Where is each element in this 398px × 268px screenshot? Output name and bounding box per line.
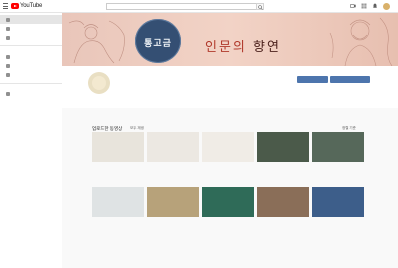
- channel-page: 통고금 인문의 향연 업로드한 동영상 모두 재생 정렬 기준: [62, 13, 398, 268]
- youtube-play-icon: [11, 3, 19, 9]
- channel-avatar: [88, 72, 110, 94]
- video-thumbnail[interactable]: [92, 132, 144, 162]
- masthead: YouTube: [0, 0, 398, 13]
- video-thumbnail[interactable]: [92, 187, 144, 217]
- watch-later-icon: [6, 72, 10, 77]
- video-thumbnail[interactable]: [202, 187, 254, 217]
- trending-icon: [6, 26, 10, 31]
- sidebar-item-trending[interactable]: [0, 24, 62, 33]
- channel-header: [62, 66, 398, 108]
- guide-sidebar: [0, 13, 62, 268]
- videos-section: 업로드한 동영상 모두 재생 정렬 기준: [62, 108, 398, 268]
- sidebar-item-library[interactable]: [0, 52, 62, 61]
- sidebar-item-home[interactable]: [0, 15, 62, 24]
- customize-channel-button[interactable]: [297, 76, 328, 83]
- logo-text: YouTube: [20, 3, 43, 9]
- banner-illustration-right: [329, 17, 393, 66]
- create-video-icon[interactable]: [350, 3, 356, 9]
- video-thumbnail[interactable]: [202, 132, 254, 162]
- video-thumbnail[interactable]: [312, 132, 364, 162]
- sidebar-item-watch-later[interactable]: [0, 70, 62, 79]
- search-button[interactable]: [256, 3, 264, 10]
- youtube-logo[interactable]: YouTube: [11, 3, 42, 9]
- badge-channel-name: 통고금: [144, 38, 172, 48]
- sidebar-divider: [0, 83, 62, 84]
- video-thumbnail[interactable]: [147, 132, 199, 162]
- history-icon: [6, 63, 10, 68]
- play-all-link[interactable]: 모두 재생: [130, 126, 144, 131]
- video-thumbnail[interactable]: [312, 187, 364, 217]
- search-icon: [258, 4, 263, 10]
- more-icon: [6, 91, 10, 96]
- search-input[interactable]: [106, 3, 256, 10]
- notifications-bell-icon[interactable]: [372, 3, 378, 9]
- sidebar-item-more[interactable]: [0, 89, 62, 98]
- apps-icon[interactable]: [361, 3, 367, 9]
- banner-title-part2: 향연: [253, 40, 281, 55]
- banner-illustration-left: [68, 20, 125, 64]
- sidebar-item-subscriptions[interactable]: [0, 33, 62, 42]
- account-avatar[interactable]: [383, 3, 390, 10]
- library-icon: [6, 54, 10, 59]
- channel-banner: 통고금 인문의 향연: [62, 13, 398, 66]
- manage-videos-button[interactable]: [330, 76, 370, 83]
- banner-title-part1: 인문의: [205, 40, 247, 55]
- sort-by-button[interactable]: 정렬 기준: [342, 126, 356, 131]
- banner-title: 인문의 향연: [205, 36, 281, 55]
- video-thumbnail[interactable]: [257, 132, 309, 162]
- video-thumbnail[interactable]: [257, 187, 309, 217]
- sidebar-divider: [0, 45, 62, 46]
- subscriptions-icon: [6, 35, 10, 40]
- sidebar-item-history[interactable]: [0, 61, 62, 70]
- video-thumbnail[interactable]: [147, 187, 199, 217]
- menu-icon[interactable]: [3, 3, 8, 9]
- home-icon: [6, 17, 10, 22]
